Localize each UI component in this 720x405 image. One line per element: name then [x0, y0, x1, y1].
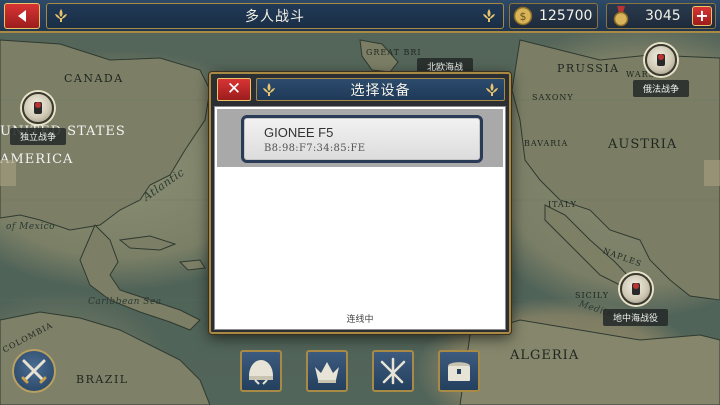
- dialog-title: 选择设备: [350, 82, 411, 99]
- add-medals-button[interactable]: +: [692, 6, 712, 26]
- coin-value: 125700: [539, 8, 593, 24]
- battle-label: 地中海战役: [603, 309, 669, 326]
- empire-button[interactable]: [306, 350, 348, 392]
- general-button[interactable]: [240, 350, 282, 392]
- treasure-chest-icon: [448, 362, 470, 381]
- top-bar: 多人战斗 $ 125700 3045 +: [0, 0, 720, 33]
- weapons-icon: [380, 357, 406, 385]
- battle-russo-french[interactable]: 俄法战争: [633, 44, 690, 97]
- crown-icon: [315, 362, 339, 383]
- battle-medal-icon: [645, 44, 677, 76]
- scroll-right-arrow[interactable]: [704, 160, 720, 186]
- fleur-de-lis-icon: [55, 9, 67, 22]
- map-label-prussia: PRUSSIA: [557, 62, 620, 75]
- device-list: GIONEE F5 B8:98:F7:34:85:FE 连线中: [214, 106, 506, 330]
- battle-medal-icon: [22, 92, 54, 124]
- map-label-great-britain: GREAT BRI: [366, 48, 422, 57]
- battle-mediterranean[interactable]: 地中海战役: [603, 273, 669, 326]
- device-mac-address: B8:98:F7:34:85:FE: [264, 143, 366, 154]
- device-name: GIONEE F5: [264, 125, 334, 140]
- title-panel: 多人战斗: [46, 3, 504, 29]
- battle-medal-icon: [619, 273, 652, 305]
- map-label-algeria: ALGERIA: [510, 348, 580, 363]
- fleur-de-lis-icon: [486, 83, 498, 96]
- connection-status: 连线中: [346, 315, 374, 325]
- map-label-austria: AUSTRIA: [608, 137, 678, 152]
- fleur-de-lis-icon: [263, 83, 275, 96]
- map-label-brazil: BRAZIL: [76, 373, 129, 386]
- medal-icon: [613, 6, 629, 27]
- crossed-swords-icon: [21, 359, 47, 384]
- map-label-canada: CANADA: [64, 72, 124, 85]
- scroll-left-arrow[interactable]: [0, 160, 16, 186]
- device-list-item[interactable]: GIONEE F5 B8:98:F7:34:85:FE: [217, 109, 503, 167]
- back-button[interactable]: [4, 3, 40, 29]
- svg-text:$: $: [520, 10, 527, 23]
- coin-counter: $ 125700: [509, 3, 598, 29]
- map-label-gulf-of-mexico: of Mexico: [6, 222, 56, 232]
- close-button[interactable]: ✕: [217, 78, 251, 101]
- treasure-button[interactable]: [438, 350, 480, 392]
- battle-independence[interactable]: 独立战争: [10, 92, 67, 145]
- map-label-caribbean: Caribbean Sea: [88, 297, 162, 307]
- device-card[interactable]: GIONEE F5 B8:98:F7:34:85:FE: [241, 115, 483, 163]
- battle-mode-button[interactable]: [12, 349, 56, 393]
- medal-value: 3045: [645, 8, 681, 24]
- battle-label: 俄法战争: [633, 80, 690, 97]
- map-label-italy: ITALY: [548, 200, 577, 209]
- dialog-header: 选择设备: [256, 78, 505, 101]
- general-helmet-icon: [249, 360, 273, 385]
- battle-label: 独立战争: [10, 128, 67, 145]
- select-device-dialog: ✕ 选择设备 GIONEE F5 B8:98:F7:34:85:FE 连线中: [209, 72, 511, 334]
- map-label-bavaria: BAVARIA: [524, 139, 569, 148]
- map-label-saxony: SAXONY: [532, 93, 574, 102]
- medal-counter: 3045 +: [606, 3, 716, 29]
- coin-icon: $: [513, 6, 533, 26]
- page-title: 多人战斗: [245, 9, 305, 25]
- back-arrow-icon: [18, 10, 26, 22]
- arsenal-button[interactable]: [372, 350, 414, 392]
- fleur-de-lis-icon: [483, 9, 495, 22]
